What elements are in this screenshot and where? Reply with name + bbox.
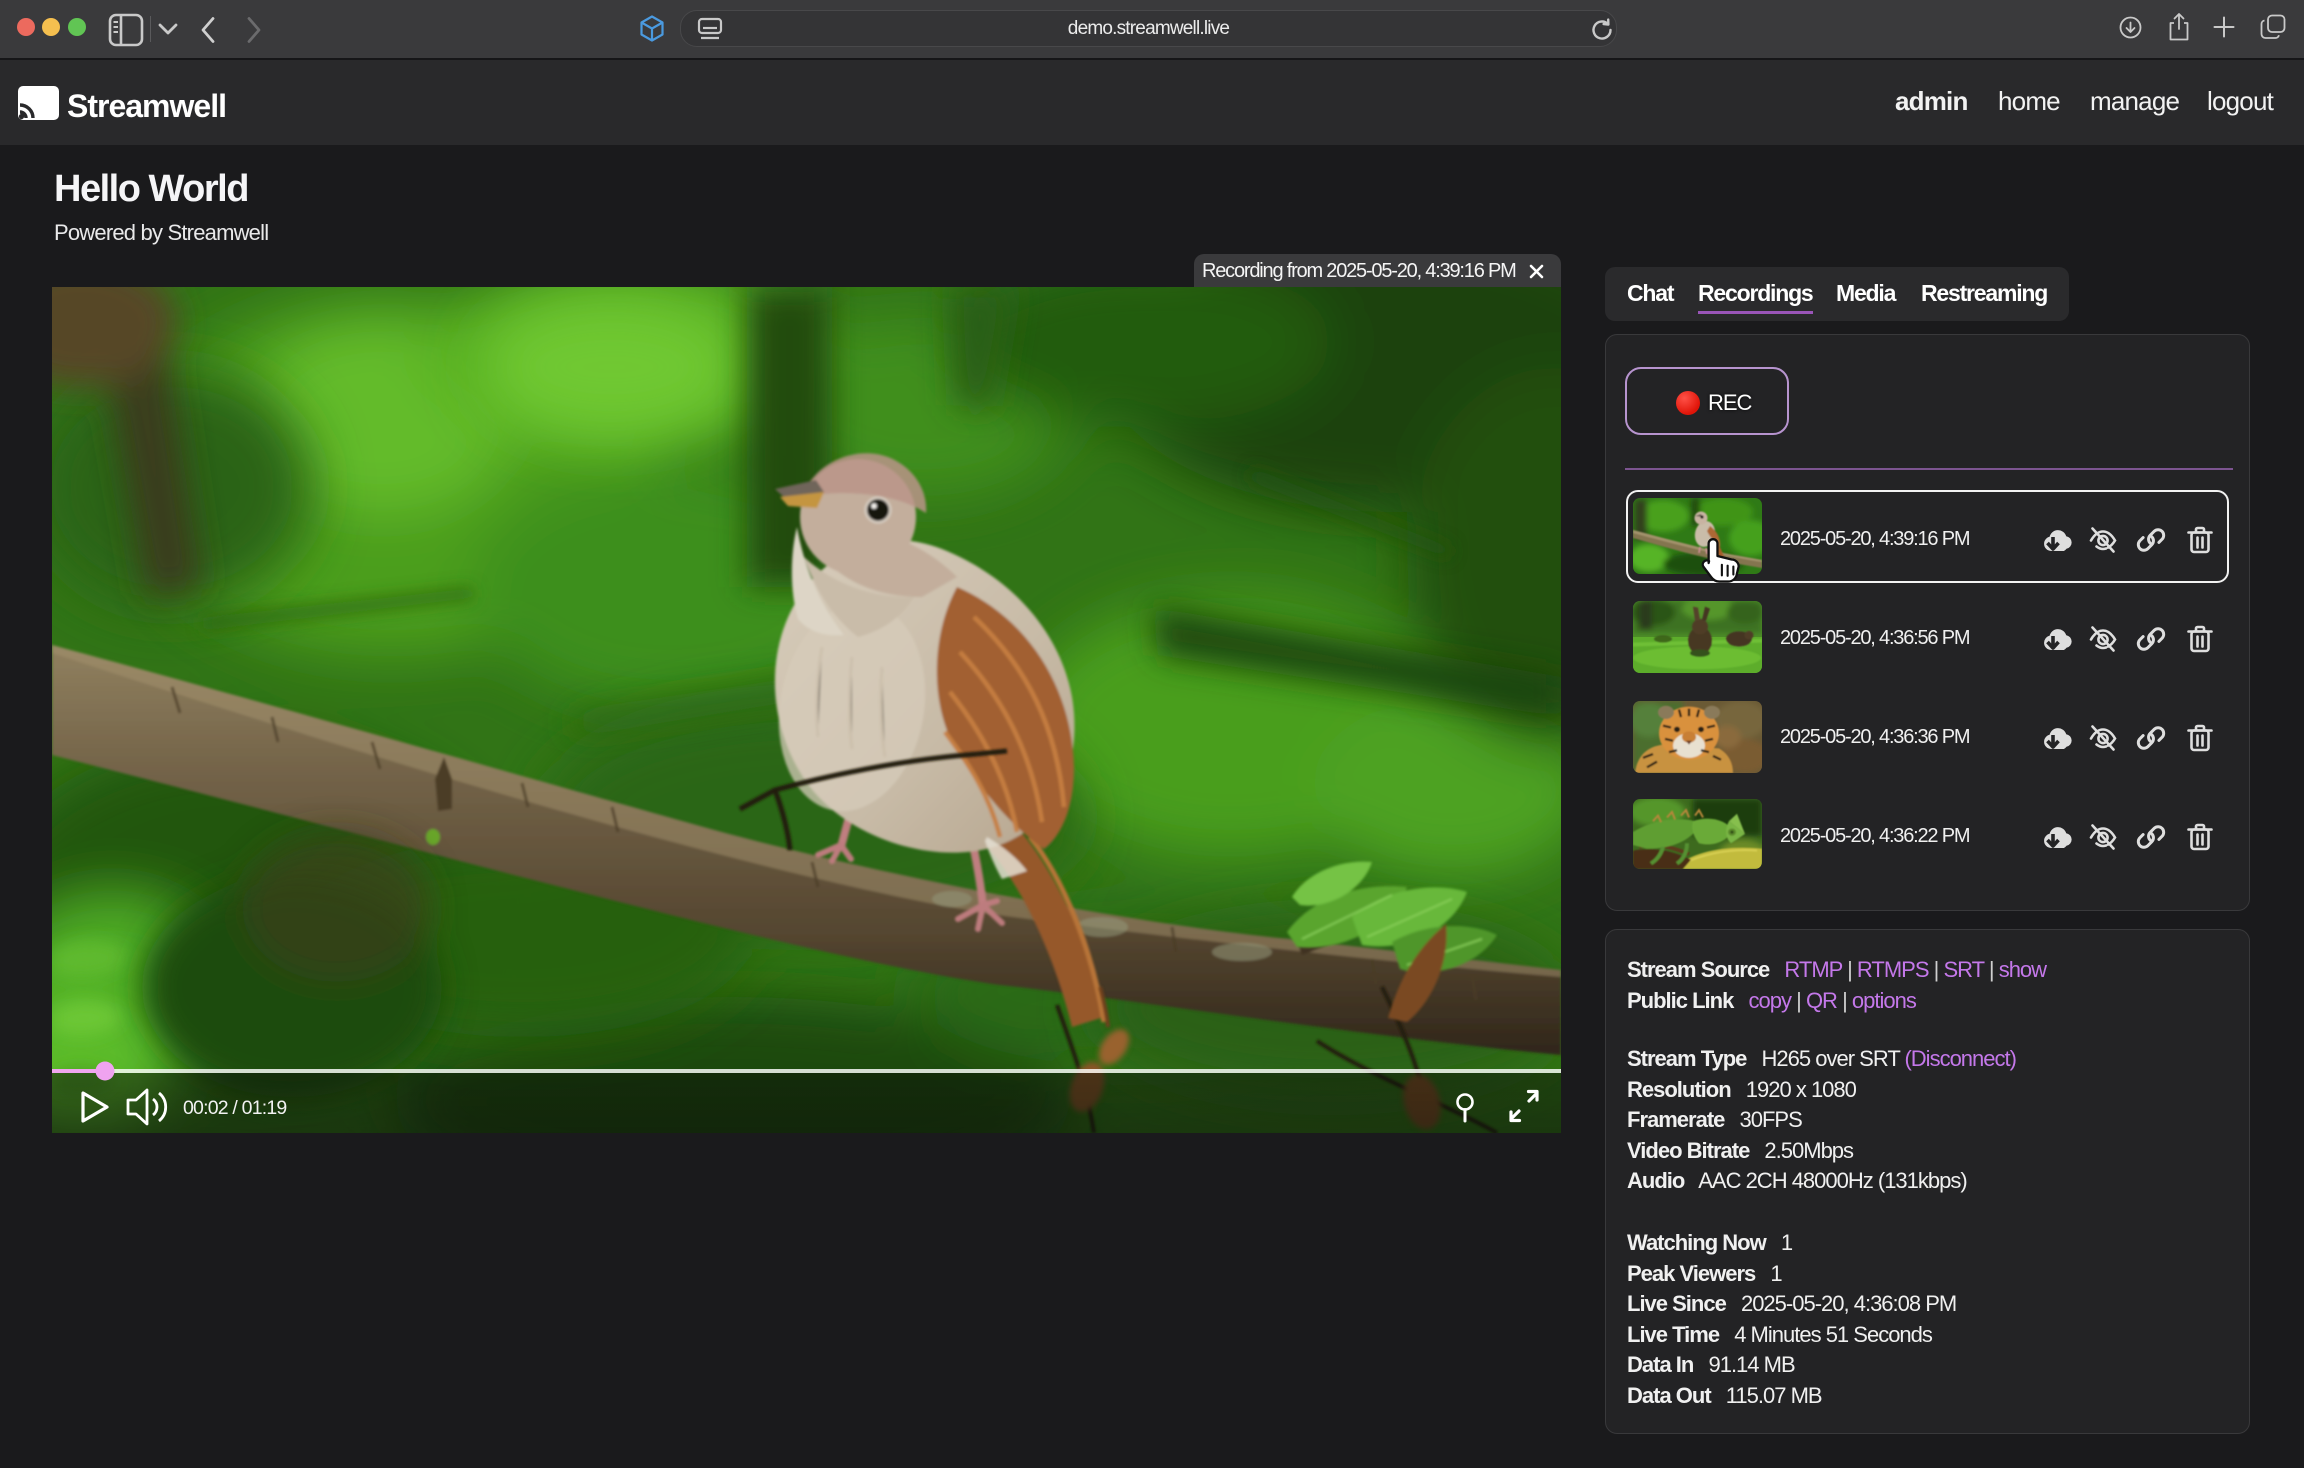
svg-text:00:02 / 01:19: 00:02 / 01:19 — [183, 1097, 286, 1119]
